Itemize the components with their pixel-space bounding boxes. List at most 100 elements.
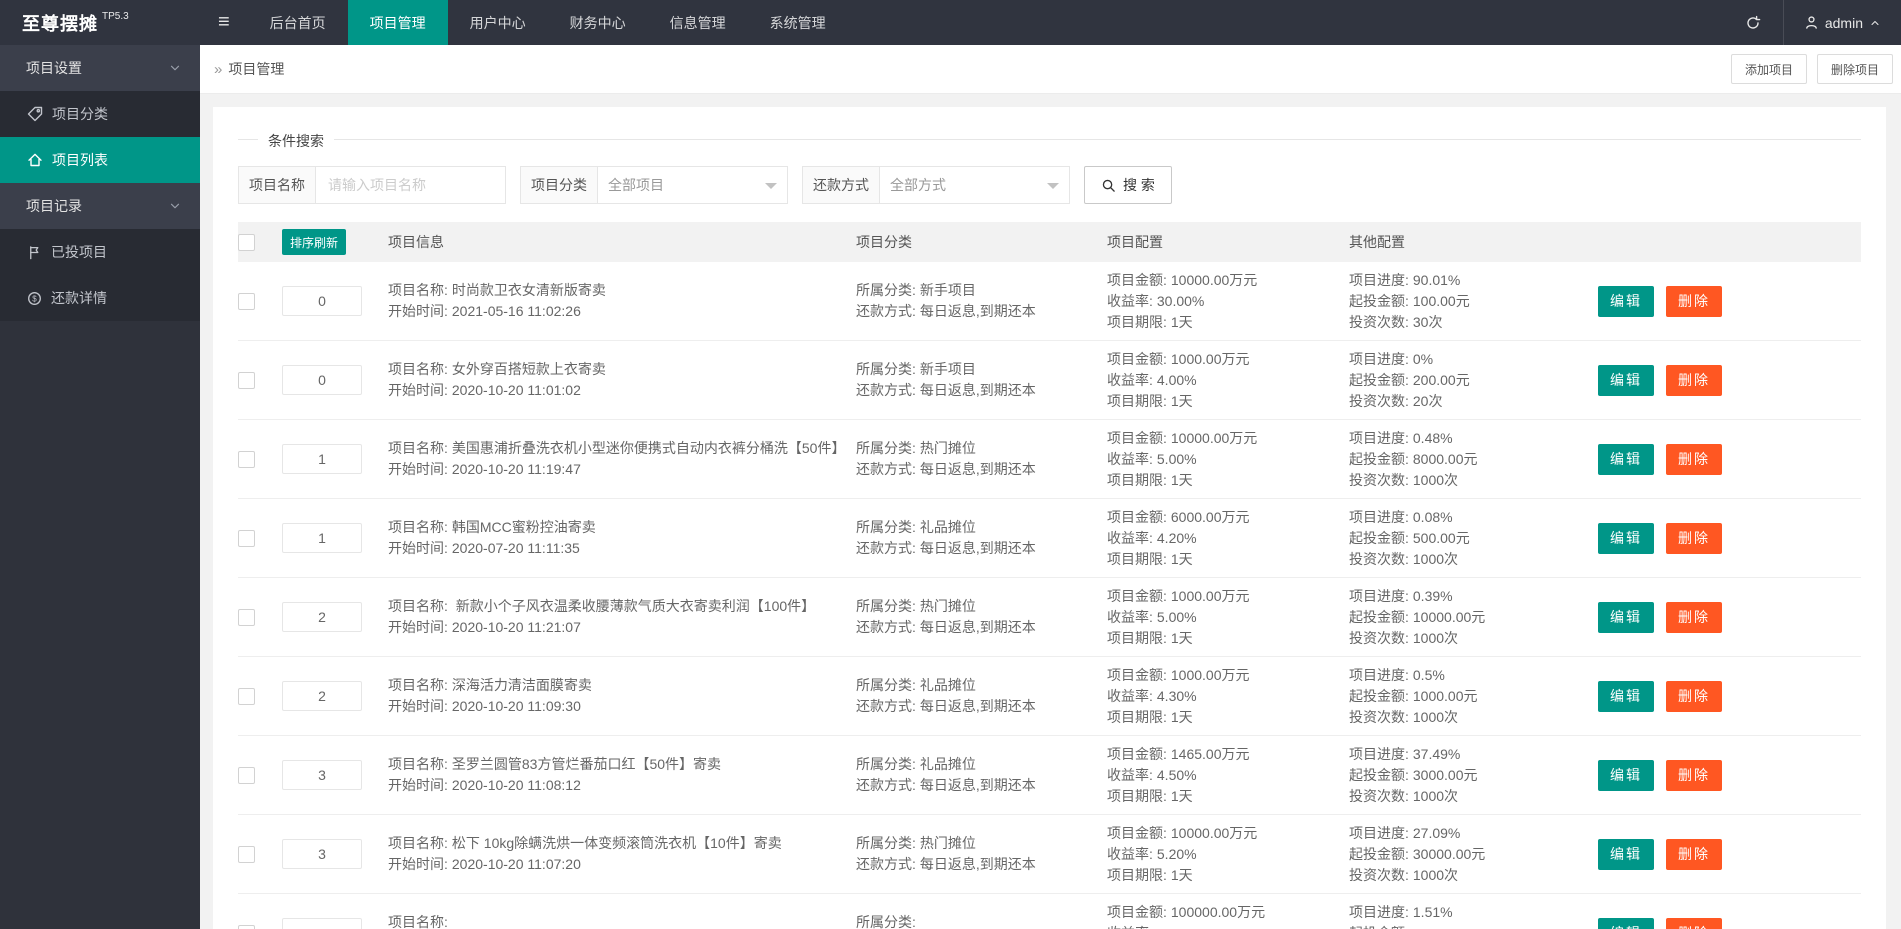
table-row: 项目名称:韩国MCC蜜粉控油寄卖 开始时间:2020-07-20 11:11:3… <box>238 499 1861 578</box>
delete-button[interactable]: 删除 <box>1666 839 1722 870</box>
delete-button[interactable]: 删除 <box>1666 523 1722 554</box>
sidebar-item[interactable]: 项目分类 <box>0 91 200 137</box>
sort-input[interactable] <box>282 918 362 929</box>
invest-times: 1000次 <box>1413 867 1458 883</box>
sidebar-item[interactable]: 已投项目 <box>0 229 200 275</box>
rate: 4.20% <box>1157 530 1197 546</box>
top-nav-item[interactable]: 后台首页 <box>248 0 348 45</box>
project-name: 美国惠浦折叠洗衣机小型迷你便携式自动内衣裤分桶洗【50件】寄卖 <box>452 440 844 456</box>
menu-toggle-icon[interactable]: ≡ <box>200 0 248 45</box>
top-nav-item[interactable]: 系统管理 <box>748 0 848 45</box>
project-category-select[interactable]: 全部项目 <box>598 166 788 204</box>
top-nav-item[interactable]: 项目管理 <box>348 0 448 45</box>
edit-button[interactable]: 编辑 <box>1598 602 1654 633</box>
delete-project-button[interactable]: 删除项目 <box>1817 54 1893 84</box>
sidebar-item[interactable]: $ 还款详情 <box>0 275 200 321</box>
top-nav-item[interactable]: 用户中心 <box>448 0 548 45</box>
other-config-cell: 项目进度:0% 起投金额:200.00元 投资次数:20次 <box>1349 349 1598 412</box>
progress: 37.49% <box>1413 746 1460 762</box>
project-info-cell: 项目名称:美国惠浦折叠洗衣机小型迷你便携式自动内衣裤分桶洗【50件】寄卖 开始时… <box>388 438 856 480</box>
table-row: 项目名称:美国惠浦折叠洗衣机小型迷你便携式自动内衣裤分桶洗【50件】寄卖 开始时… <box>238 420 1861 499</box>
edit-button[interactable]: 编辑 <box>1598 681 1654 712</box>
delete-button[interactable]: 删除 <box>1666 444 1722 475</box>
row-checkbox[interactable] <box>238 688 255 705</box>
repay-method-select[interactable]: 全部方式 <box>880 166 1070 204</box>
delete-button[interactable]: 删除 <box>1666 760 1722 791</box>
project-category-cell: 所属分类:新手项目 还款方式:每日返息,到期还本 <box>856 359 1107 401</box>
add-project-button[interactable]: 添加项目 <box>1731 54 1807 84</box>
delete-button[interactable]: 删除 <box>1666 918 1722 929</box>
row-actions: 编辑 删除 <box>1598 365 1861 396</box>
min-invest: 3000.00元 <box>1413 767 1478 783</box>
sort-input[interactable] <box>282 444 362 474</box>
chevron-down-icon <box>168 199 182 213</box>
row-checkbox[interactable] <box>238 925 255 929</box>
term: 1天 <box>1171 472 1193 488</box>
row-checkbox[interactable] <box>238 609 255 626</box>
sort-input[interactable] <box>282 760 362 790</box>
sidebar-group-header[interactable]: 项目记录 <box>0 183 200 229</box>
project-config-cell: 项目金额:6000.00万元 收益率:4.20% 项目期限:1天 <box>1107 507 1349 570</box>
edit-button[interactable]: 编辑 <box>1598 444 1654 475</box>
search-button-label: 搜 索 <box>1123 175 1155 195</box>
repay-method: 每日返息,到期还本 <box>920 461 1036 477</box>
sort-input[interactable] <box>282 523 362 553</box>
sort-input[interactable] <box>282 839 362 869</box>
sidebar-item[interactable]: 项目列表 <box>0 137 200 183</box>
search-button[interactable]: 搜 索 <box>1084 166 1172 204</box>
row-checkbox[interactable] <box>238 767 255 784</box>
chevron-up-icon <box>1869 17 1881 29</box>
tag-icon <box>27 106 43 122</box>
top-nav: 后台首页 项目管理 用户中心 财务中心 信息管理 系统管理 <box>248 0 848 45</box>
project-name-field <box>316 166 506 204</box>
top-nav-item[interactable]: 财务中心 <box>548 0 648 45</box>
row-checkbox[interactable] <box>238 451 255 468</box>
sort-input[interactable] <box>282 602 362 632</box>
project-category-cell: 所属分类:礼品摊位 还款方式:每日返息,到期还本 <box>856 675 1107 717</box>
row-actions: 编辑 删除 <box>1598 760 1861 791</box>
table-body: 项目名称:时尚款卫衣女清新版寄卖 开始时间:2021-05-16 11:02:2… <box>238 262 1861 929</box>
edit-button[interactable]: 编辑 <box>1598 523 1654 554</box>
project-name: 圣罗兰圆管83方管烂番茄口红【50件】寄卖 <box>452 756 721 772</box>
sidebar-group-header[interactable]: 项目设置 <box>0 45 200 91</box>
delete-button[interactable]: 删除 <box>1666 602 1722 633</box>
project-category-cell: 所属分类: 还款方式: <box>856 912 1107 929</box>
project-category-cell: 所属分类:礼品摊位 还款方式:每日返息,到期还本 <box>856 517 1107 559</box>
user-menu[interactable]: admin <box>1784 0 1901 45</box>
term: 1天 <box>1171 314 1193 330</box>
top-navbar: 至尊摆摊 TP5.3 ≡ 后台首页 项目管理 用户中心 财务中心 信息管理 系统… <box>0 0 1901 45</box>
row-checkbox[interactable] <box>238 846 255 863</box>
project-category-cell: 所属分类:热门摊位 还款方式:每日返息,到期还本 <box>856 596 1107 638</box>
sort-refresh-button[interactable]: 排序刷新 <box>282 229 346 255</box>
project-info-cell: 项目名称:女外穿百搭短款上衣寄卖 开始时间:2020-10-20 11:01:0… <box>388 359 856 401</box>
sort-input[interactable] <box>282 286 362 316</box>
amount: 100000.00万元 <box>1171 904 1265 920</box>
row-checkbox[interactable] <box>238 293 255 310</box>
delete-button[interactable]: 删除 <box>1666 365 1722 396</box>
row-checkbox[interactable] <box>238 372 255 389</box>
edit-button[interactable]: 编辑 <box>1598 760 1654 791</box>
refresh-icon[interactable] <box>1723 0 1783 45</box>
sort-input[interactable] <box>282 365 362 395</box>
edit-button[interactable]: 编辑 <box>1598 365 1654 396</box>
app-title: 至尊摆摊 <box>22 10 98 36</box>
edit-button[interactable]: 编辑 <box>1598 286 1654 317</box>
content: 条件搜索 项目名称 项目分类 全部项目 <box>200 94 1901 929</box>
invest-times: 1000次 <box>1413 551 1458 567</box>
row-actions: 编辑 删除 <box>1598 681 1861 712</box>
project-name-input[interactable] <box>326 176 495 194</box>
project-config-cell: 项目金额:1000.00万元 收益率:4.00% 项目期限:1天 <box>1107 349 1349 412</box>
project-name: 时尚款卫衣女清新版寄卖 <box>452 282 606 298</box>
edit-button[interactable]: 编辑 <box>1598 918 1654 929</box>
row-checkbox[interactable] <box>238 530 255 547</box>
amount: 10000.00万元 <box>1171 825 1257 841</box>
delete-button[interactable]: 删除 <box>1666 681 1722 712</box>
select-all-checkbox[interactable] <box>238 234 255 251</box>
top-nav-item[interactable]: 信息管理 <box>648 0 748 45</box>
chevron-down-icon <box>168 61 182 75</box>
start-time: 2020-07-20 11:11:35 <box>452 540 580 556</box>
delete-button[interactable]: 删除 <box>1666 286 1722 317</box>
sort-input[interactable] <box>282 681 362 711</box>
edit-button[interactable]: 编辑 <box>1598 839 1654 870</box>
other-config-cell: 项目进度:0.39% 起投金额:10000.00元 投资次数:1000次 <box>1349 586 1598 649</box>
